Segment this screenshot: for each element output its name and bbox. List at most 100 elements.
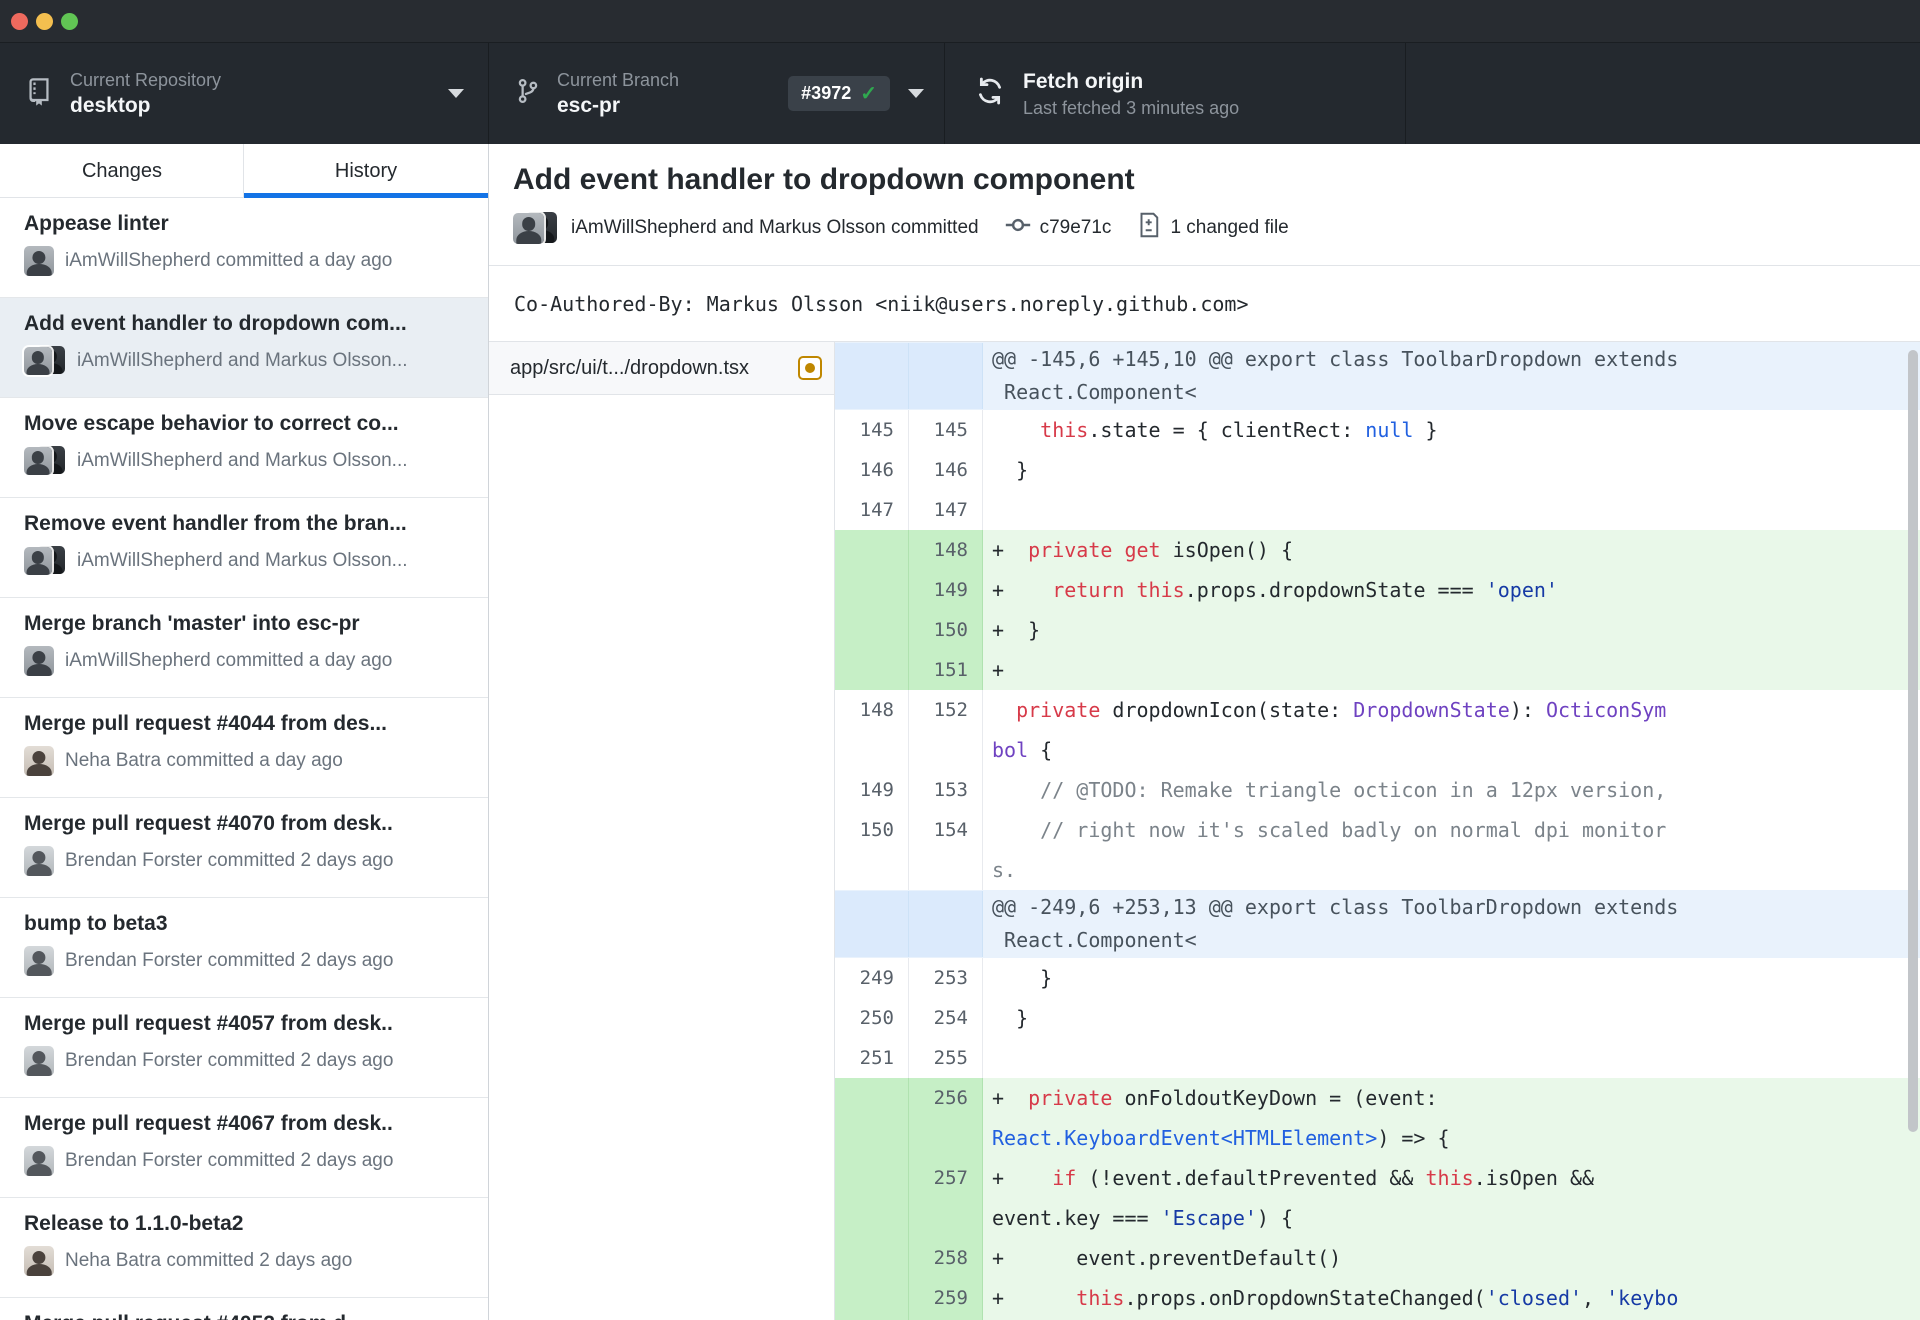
avatar-pair bbox=[24, 546, 66, 576]
minimize-window-button[interactable] bbox=[36, 13, 53, 30]
diff-added-row: 150 + } bbox=[835, 610, 1920, 650]
old-line-number: 145 bbox=[835, 410, 909, 450]
new-line-number: 148 bbox=[909, 530, 983, 570]
diff-context-row: 147 147 bbox=[835, 490, 1920, 530]
commit-title: Add event handler to dropdown com... bbox=[24, 312, 407, 335]
close-window-button[interactable] bbox=[11, 13, 28, 30]
old-line-number: 149 bbox=[835, 770, 909, 810]
commit-list-item[interactable]: Appease linter iAmWillShepherd committed … bbox=[0, 198, 488, 298]
commit-subline: Brendan Forster committed 2 days ago bbox=[24, 1146, 470, 1176]
new-line-number: 258 bbox=[909, 1238, 983, 1278]
old-line-number bbox=[835, 343, 909, 409]
changed-file-icon bbox=[1137, 211, 1161, 245]
tab-history[interactable]: History bbox=[244, 144, 488, 198]
old-line-number: 249 bbox=[835, 958, 909, 998]
avatar-pair bbox=[513, 211, 559, 245]
avatar bbox=[24, 1046, 54, 1076]
diff-code: // @TODO: Remake triangle octicon in a 1… bbox=[983, 770, 1920, 810]
commit-list-item[interactable]: bump to beta3 Brendan Forster committed 2… bbox=[0, 898, 488, 998]
old-line-number bbox=[835, 1238, 909, 1278]
old-line-number bbox=[835, 1158, 909, 1238]
commit-list-item[interactable]: Merge pull request #4067 from desk.. Bren… bbox=[0, 1098, 488, 1198]
commit-list-item[interactable]: Merge pull request #4052 from d... bbox=[0, 1298, 488, 1320]
diff-code: + private get isOpen() { bbox=[983, 530, 1920, 570]
avatar-pair bbox=[24, 346, 66, 376]
diff-code: } bbox=[983, 998, 1920, 1038]
diff-added-row: 148 + private get isOpen() { bbox=[835, 530, 1920, 570]
file-path: app/src/ui/t.../dropdown.tsx bbox=[510, 356, 750, 379]
diff-added-row: 149 + return this.props.dropdownState ===… bbox=[835, 570, 1920, 610]
diff-viewer: @@ -145,6 +145,10 @@ export class Toolba… bbox=[835, 342, 1920, 1320]
commit-list-item[interactable]: Merge pull request #4044 from des... Neha… bbox=[0, 698, 488, 798]
fetch-origin-button[interactable]: Fetch origin Last fetched 3 minutes ago bbox=[945, 43, 1406, 144]
new-line-number: 145 bbox=[909, 410, 983, 450]
avatar-pair bbox=[24, 446, 66, 476]
commit-list-item[interactable]: Remove event handler from the bran... iAm… bbox=[0, 498, 488, 598]
changed-file-row[interactable]: app/src/ui/t.../dropdown.tsx bbox=[489, 342, 834, 395]
diff-code: private dropdownIcon(state: DropdownStat… bbox=[983, 690, 1920, 770]
diff-content: app/src/ui/t.../dropdown.tsx @@ -145,6 +… bbox=[489, 342, 1920, 1320]
commit-list-item[interactable]: Merge pull request #4057 from desk.. Bren… bbox=[0, 998, 488, 1098]
commit-meta: Brendan Forster committed 2 days ago bbox=[65, 950, 394, 971]
diff-scrollbar-thumb[interactable] bbox=[1908, 350, 1918, 1132]
diff-code: + bbox=[983, 650, 1920, 690]
chevron-down-icon bbox=[448, 89, 464, 106]
commit-title: Move escape behavior to correct co... bbox=[24, 412, 399, 435]
commit-meta: Brendan Forster committed 2 days ago bbox=[65, 1050, 394, 1071]
commit-title: Appease linter bbox=[24, 212, 169, 235]
old-line-number: 146 bbox=[835, 450, 909, 490]
current-branch-button[interactable]: Current Branch esc-pr #3972 ✓ bbox=[489, 43, 945, 144]
diff-code bbox=[983, 490, 1920, 530]
commit-subline: Brendan Forster committed 2 days ago bbox=[24, 1046, 470, 1076]
diff-added-row: 256 + private onFoldoutKeyDown = (event: R… bbox=[835, 1078, 1920, 1158]
old-line-number bbox=[835, 891, 909, 957]
diff-context-row: 145 145 this.state = { clientRect: null } bbox=[835, 410, 1920, 450]
commit-meta: iAmWillShepherd committed a day ago bbox=[65, 650, 393, 671]
commit-icon bbox=[1005, 216, 1031, 240]
commit-meta: Brendan Forster committed 2 days ago bbox=[65, 1150, 394, 1171]
avatar bbox=[24, 946, 54, 976]
old-line-number: 150 bbox=[835, 810, 909, 890]
commit-list-item[interactable]: Merge pull request #4070 from desk.. Bren… bbox=[0, 798, 488, 898]
chevron-down-icon bbox=[908, 89, 924, 106]
avatar bbox=[24, 1246, 54, 1276]
commit-header: Add event handler to dropdown component … bbox=[489, 144, 1920, 266]
diff-rows: @@ -145,6 +145,10 @@ export class Toolba… bbox=[835, 342, 1920, 1320]
repository-name: desktop bbox=[70, 93, 151, 117]
diff-context-row: 146 146 } bbox=[835, 450, 1920, 490]
commit-list-item[interactable]: Release to 1.1.0-beta2 Neha Batra committ… bbox=[0, 1198, 488, 1298]
diff-context-row: 150 154 // right now it's scaled badly on… bbox=[835, 810, 1920, 890]
diff-code: + this.props.onDropdownStateChanged('clo… bbox=[983, 1278, 1920, 1320]
current-repository-button[interactable]: Current Repository desktop bbox=[0, 43, 489, 144]
diff-code: @@ -249,6 +253,13 @@ export class Toolba… bbox=[992, 895, 1679, 952]
commit-summary-title: Add event handler to dropdown component bbox=[513, 163, 1135, 196]
commit-subline: Brendan Forster committed 2 days ago bbox=[24, 946, 470, 976]
titlebar bbox=[0, 0, 1920, 43]
diff-context-row: 148 152 private dropdownIcon(state: Dropd… bbox=[835, 690, 1920, 770]
avatar bbox=[24, 1146, 54, 1176]
commit-subline: iAmWillShepherd and Markus Olsson... bbox=[24, 446, 470, 476]
commit-subline: Neha Batra committed a day ago bbox=[24, 746, 470, 776]
commit-title: Release to 1.1.0-beta2 bbox=[24, 1212, 244, 1235]
diff-added-row: 151 + bbox=[835, 650, 1920, 690]
old-line-number bbox=[835, 570, 909, 610]
tab-changes[interactable]: Changes bbox=[0, 144, 244, 198]
diff-code: @@ -145,6 +145,10 @@ export class Toolba… bbox=[992, 347, 1679, 404]
zoom-window-button[interactable] bbox=[61, 13, 78, 30]
branch-name: esc-pr bbox=[557, 93, 621, 117]
commit-list-item[interactable]: Add event handler to dropdown com... iAmW… bbox=[0, 298, 488, 398]
commit-meta: Brendan Forster committed 2 days ago bbox=[65, 850, 394, 871]
avatar bbox=[24, 246, 54, 276]
diff-context-row: 251 255 bbox=[835, 1038, 1920, 1078]
diff-code: // right now it's scaled badly on normal… bbox=[983, 810, 1920, 890]
commit-title: bump to beta3 bbox=[24, 912, 168, 935]
new-line-number: 153 bbox=[909, 770, 983, 810]
toolbar: Current Repository desktop Current Branc… bbox=[0, 43, 1920, 144]
pr-status-badge: #3972 ✓ bbox=[788, 76, 890, 111]
avatar bbox=[24, 347, 52, 375]
diff-code: + private onFoldoutKeyDown = (event: Reac… bbox=[983, 1078, 1920, 1158]
commit-list-item[interactable]: Merge branch 'master' into esc-pr iAmWill… bbox=[0, 598, 488, 698]
commit-list-item[interactable]: Move escape behavior to correct co... iAm… bbox=[0, 398, 488, 498]
diff-context-row: 149 153 // @TODO: Remake triangle octicon… bbox=[835, 770, 1920, 810]
commit-title: Merge branch 'master' into esc-pr bbox=[24, 612, 360, 635]
